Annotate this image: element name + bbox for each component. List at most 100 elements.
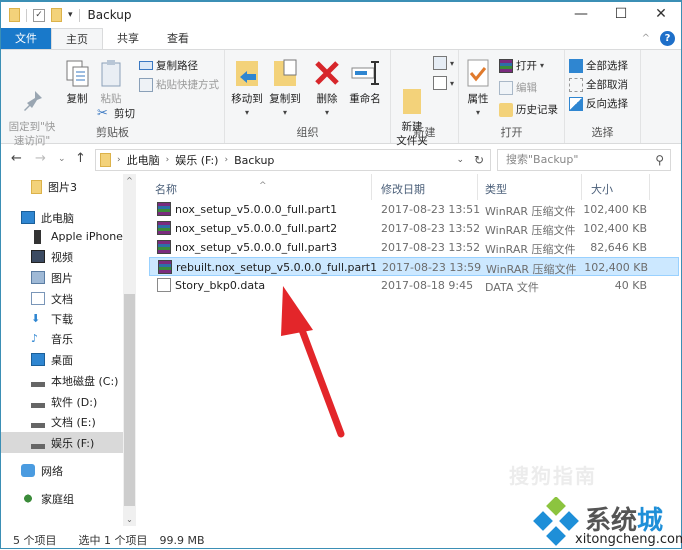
column-divider[interactable] xyxy=(649,174,650,200)
nav-item[interactable]: 娱乐 (F:) xyxy=(1,432,123,453)
ribbon: 固定到"快 速访问" 复制 粘贴 复制路径 粘贴快捷方式 ✂ 剪切 剪贴板 移动… xyxy=(1,50,681,147)
file-list: ^ 名称 修改日期 类型 大小 nox_setup_v5.0.0.0_full.… xyxy=(149,174,679,295)
up-button[interactable]: ↑ xyxy=(75,151,86,166)
customize-dropdown-icon[interactable]: ▾ xyxy=(68,10,73,20)
chevron-right-icon[interactable]: › xyxy=(117,155,121,165)
nav-pane-scrollbar[interactable]: ^ ⌄ xyxy=(123,174,136,526)
breadcrumb-backup[interactable]: Backup xyxy=(234,154,274,167)
title-bar: ✓ ▾ Backup — ☐ ✕ xyxy=(1,2,681,28)
nav-item[interactable]: 本地磁盘 (C:) xyxy=(1,370,123,391)
open-button[interactable]: 打开 ▾ xyxy=(499,58,544,73)
nav-item[interactable]: 家庭组 xyxy=(1,488,123,509)
select-all-button[interactable]: 全部选择 xyxy=(569,58,628,73)
paste-button[interactable]: 粘贴 xyxy=(95,58,127,106)
pictures-icon xyxy=(31,271,45,284)
nav-item[interactable]: Apple iPhone xyxy=(1,226,123,247)
nav-item[interactable]: 软件 (D:) xyxy=(1,391,123,412)
column-divider[interactable] xyxy=(581,174,582,200)
nav-item[interactable]: ♪ 音乐 xyxy=(1,328,123,349)
copy-to-button[interactable]: 复制到 ▾ xyxy=(267,58,303,120)
minimize-button[interactable]: — xyxy=(561,2,601,28)
back-button[interactable]: ← xyxy=(11,151,22,166)
scrollbar-thumb[interactable] xyxy=(124,294,135,506)
file-row[interactable]: Story_bkp0.data 2017-08-18 9:45 DATA 文件 40 … xyxy=(149,276,679,295)
copy-to-icon xyxy=(270,58,300,88)
paste-icon xyxy=(96,58,126,88)
column-divider[interactable] xyxy=(477,174,478,200)
address-bar[interactable]: › 此电脑 › 娱乐 (F:) › Backup ⌄ ↻ xyxy=(95,149,491,171)
cut-button[interactable]: ✂ 剪切 xyxy=(97,106,135,121)
copy-button[interactable]: 复制 xyxy=(61,58,93,106)
breadcrumb-drive-f[interactable]: 娱乐 (F:) xyxy=(175,152,218,168)
nav-item[interactable]: 桌面 xyxy=(1,349,123,370)
column-name[interactable]: 名称 xyxy=(155,181,177,197)
selected-count: 选中 1 个项目 xyxy=(78,534,148,547)
column-date[interactable]: 修改日期 xyxy=(381,181,425,197)
file-date: 2017-08-23 13:52 xyxy=(381,222,481,235)
search-icon[interactable]: ⚲ xyxy=(655,150,664,170)
invert-selection-button[interactable]: 反向选择 xyxy=(569,96,628,111)
breadcrumb-this-pc[interactable]: 此电脑 xyxy=(127,152,160,168)
easy-access-button[interactable]: ▾ xyxy=(433,76,454,90)
refresh-icon[interactable]: ↻ xyxy=(474,153,484,167)
column-size[interactable]: 大小 xyxy=(591,181,613,197)
select-group-label: 选择 xyxy=(591,126,614,139)
nav-item-label: 桌面 xyxy=(51,353,73,367)
tab-home[interactable]: 主页 xyxy=(51,28,103,49)
nav-item[interactable]: 此电脑 xyxy=(1,207,123,228)
nav-item-label: 音乐 xyxy=(51,332,73,346)
nav-item-label: 家庭组 xyxy=(41,492,74,506)
watermark-url: xitongcheng.com xyxy=(575,532,682,547)
tab-view[interactable]: 查看 xyxy=(153,28,203,49)
select-none-button[interactable]: 全部取消 xyxy=(569,77,628,92)
nav-item[interactable]: ⬇ 下载 xyxy=(1,308,123,329)
move-to-button[interactable]: 移动到 ▾ xyxy=(229,58,265,120)
forward-button[interactable]: → xyxy=(35,151,46,166)
chevron-right-icon[interactable]: › xyxy=(166,155,170,165)
download-icon: ⬇ xyxy=(31,312,41,325)
nav-item[interactable]: 文档 (E:) xyxy=(1,411,123,432)
help-icon[interactable]: ? xyxy=(660,31,675,46)
divider xyxy=(26,8,27,22)
copy-path-button[interactable]: 复制路径 xyxy=(139,58,198,73)
column-type[interactable]: 类型 xyxy=(485,181,507,197)
file-row[interactable]: nox_setup_v5.0.0.0_full.part1 2017-08-23 … xyxy=(149,200,679,219)
address-dropdown-icon[interactable]: ⌄ xyxy=(456,155,464,165)
file-row[interactable]: nox_setup_v5.0.0.0_full.part2 2017-08-23 … xyxy=(149,219,679,238)
history-button[interactable]: 历史记录 xyxy=(499,102,558,117)
new-item-button[interactable]: ▾ xyxy=(433,56,454,70)
delete-x-icon xyxy=(312,58,342,88)
edit-button[interactable]: 编辑 xyxy=(499,80,537,95)
properties-quick-icon[interactable]: ✓ xyxy=(33,8,45,22)
edit-icon xyxy=(499,80,513,95)
scroll-up-icon[interactable]: ^ xyxy=(123,176,136,185)
delete-button[interactable]: 删除 ▾ xyxy=(311,58,343,120)
nav-item[interactable]: 图片3 xyxy=(1,176,123,197)
file-date: 2017-08-23 13:51 xyxy=(381,203,481,216)
nav-item[interactable]: 视频 xyxy=(1,246,123,267)
video-icon xyxy=(31,250,45,263)
tab-file[interactable]: 文件 xyxy=(1,28,51,49)
tab-share[interactable]: 共享 xyxy=(103,28,153,49)
properties-button[interactable]: 属性 ▾ xyxy=(463,58,493,120)
nav-item[interactable]: 网络 xyxy=(1,460,123,481)
nav-item-label: 此电脑 xyxy=(41,211,74,225)
file-row[interactable]: rebuilt.nox_setup_v5.0.0.0_full.part1 201… xyxy=(149,257,679,276)
nav-item[interactable]: 文档 xyxy=(1,288,123,309)
nav-item[interactable]: 图片 xyxy=(1,267,123,288)
scroll-down-icon[interactable]: ⌄ xyxy=(123,515,136,524)
winrar-icon xyxy=(499,58,513,73)
new-folder-quick-icon[interactable] xyxy=(51,8,62,22)
recent-locations-dropdown[interactable]: ⌄ xyxy=(58,154,66,164)
search-input[interactable]: 搜索"Backup" ⚲ xyxy=(497,149,671,171)
paste-shortcut-button[interactable]: 粘贴快捷方式 xyxy=(139,77,219,92)
rename-button[interactable]: 重命名 xyxy=(345,58,385,106)
winrar-archive-icon xyxy=(157,240,171,254)
nav-item-label: 视频 xyxy=(51,250,73,264)
close-button[interactable]: ✕ xyxy=(641,2,681,28)
collapse-ribbon-icon[interactable]: ^ xyxy=(642,33,650,44)
maximize-button[interactable]: ☐ xyxy=(601,2,641,28)
file-row[interactable]: nox_setup_v5.0.0.0_full.part3 2017-08-23 … xyxy=(149,238,679,257)
column-divider[interactable] xyxy=(371,174,372,200)
chevron-right-icon[interactable]: › xyxy=(224,155,228,165)
